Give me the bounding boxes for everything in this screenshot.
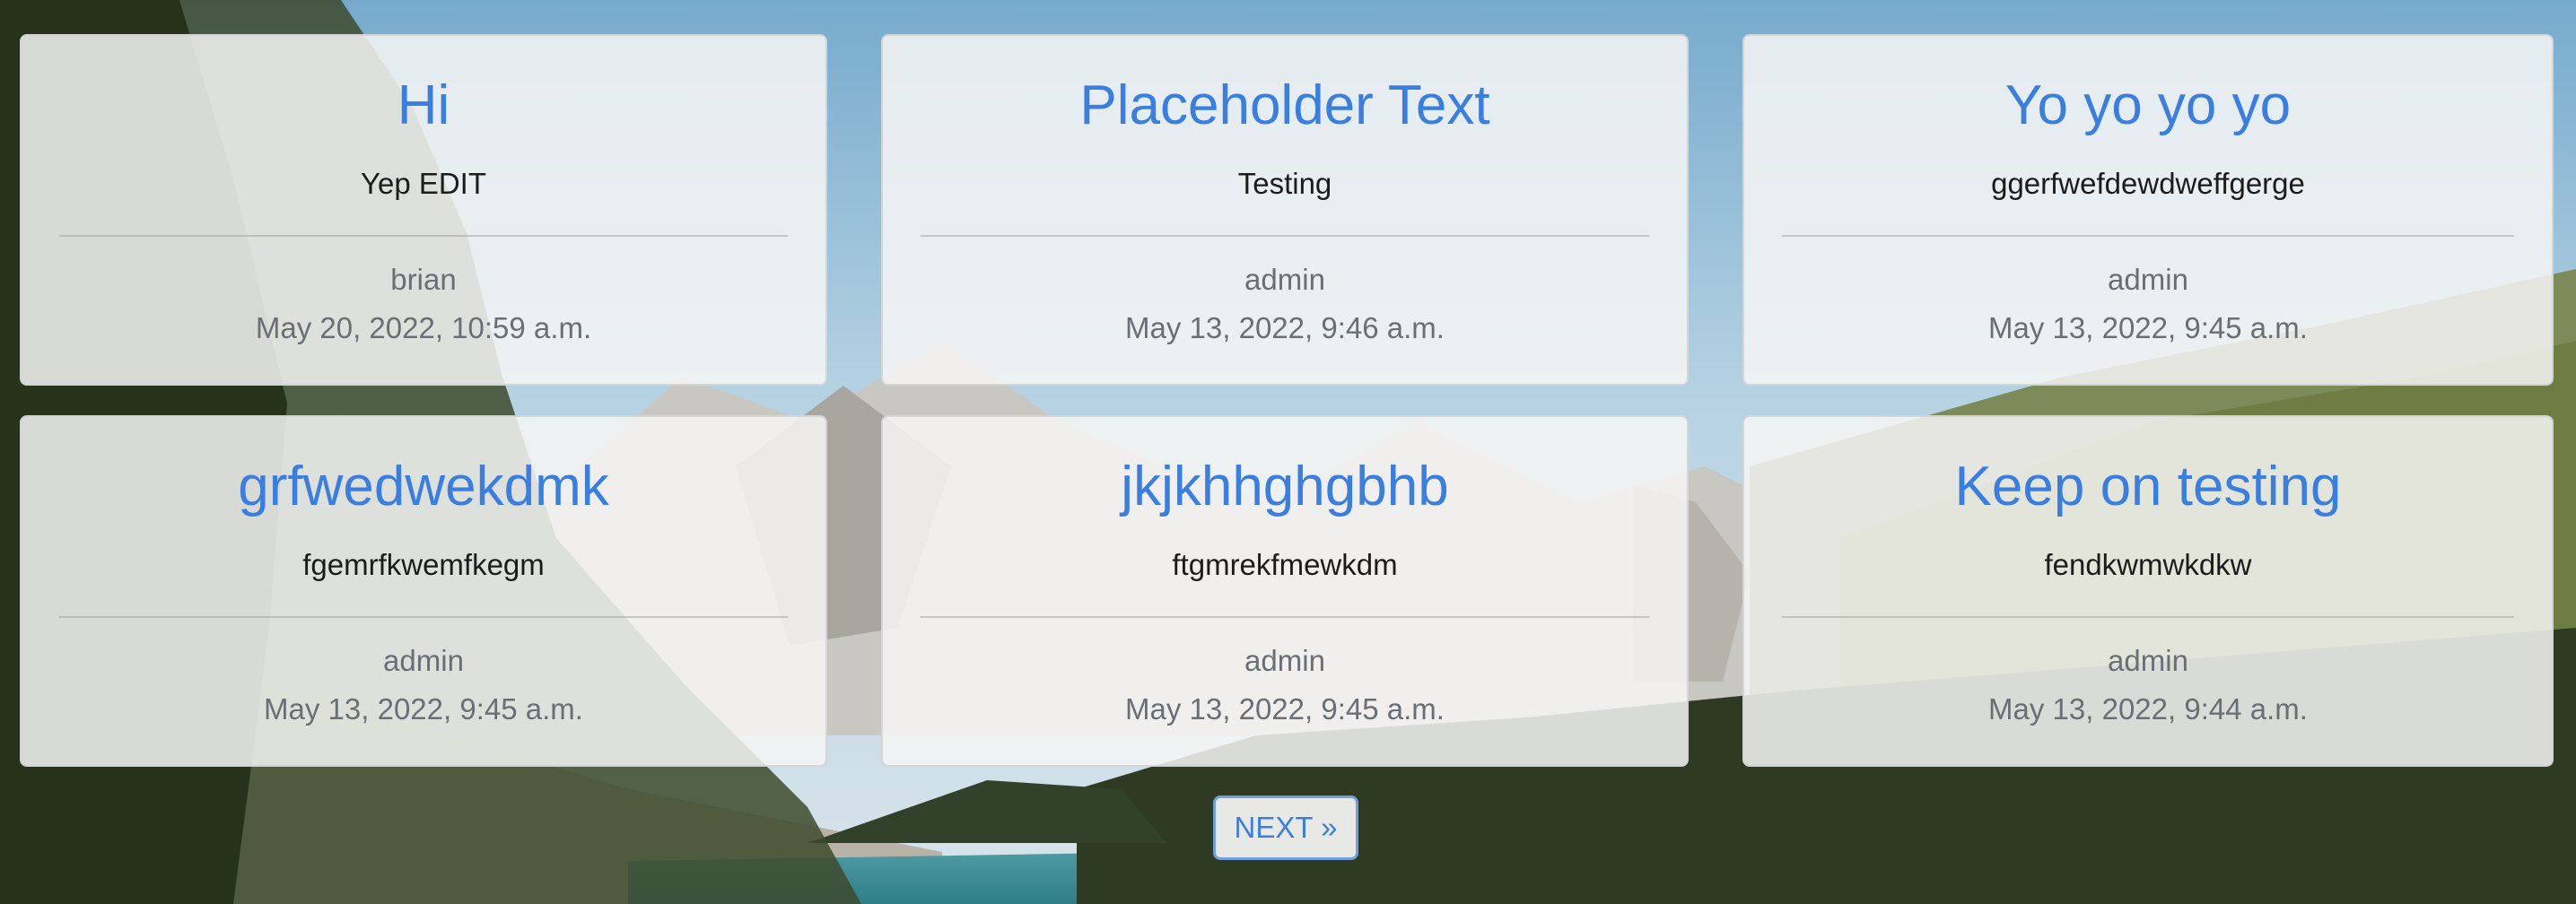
post-body: Yep EDIT	[360, 167, 487, 200]
post-date: May 13, 2022, 9:46 a.m.	[1125, 311, 1445, 344]
post-title-link[interactable]: Placeholder Text	[883, 74, 1687, 138]
post-body: ftgmrekfmewkdm	[1172, 548, 1398, 581]
post-grid: Hi Yep EDIT brian May 20, 2022, 10:59 a.…	[20, 34, 2554, 767]
post-body: fendkwmwkdkw	[2044, 548, 2252, 581]
card-divider	[921, 235, 1649, 237]
card-divider	[59, 616, 788, 618]
post-card[interactable]: grfwedwekdmk fgemrfkwemfkegm admin May 1…	[20, 415, 827, 767]
post-card[interactable]: jkjkhhghgbhb ftgmrekfmewkdm admin May 13…	[881, 415, 1689, 767]
post-date: May 13, 2022, 9:45 a.m.	[1988, 311, 2308, 344]
post-title-link[interactable]: Yo yo yo yo	[1744, 74, 2552, 138]
post-body: ggerfwefdewdweffgerge	[1991, 167, 2305, 200]
post-date: May 13, 2022, 9:45 a.m.	[1125, 692, 1445, 726]
post-card[interactable]: Keep on testing fendkwmwkdkw admin May 1…	[1742, 415, 2554, 767]
post-title-link[interactable]: Hi	[22, 74, 825, 138]
post-body: Testing	[1237, 167, 1332, 200]
post-date: May 13, 2022, 9:45 a.m.	[264, 692, 583, 726]
post-author: admin	[1244, 263, 1325, 296]
next-page-button[interactable]: NEXT »	[1213, 795, 1358, 860]
post-author: admin	[2108, 263, 2188, 296]
card-divider	[1782, 235, 2514, 237]
post-date: May 20, 2022, 10:59 a.m.	[255, 311, 592, 344]
post-author: admin	[2108, 644, 2188, 677]
card-divider	[1782, 616, 2514, 618]
post-title-link[interactable]: Keep on testing	[1744, 455, 2552, 519]
card-divider	[921, 616, 1649, 618]
post-title-link[interactable]: grfwedwekdmk	[22, 455, 825, 519]
post-author: admin	[1244, 644, 1325, 677]
post-author: brian	[390, 263, 457, 296]
post-author: admin	[383, 644, 464, 677]
card-divider	[59, 235, 788, 237]
post-title-link[interactable]: jkjkhhghgbhb	[883, 455, 1687, 519]
post-card[interactable]: Yo yo yo yo ggerfwefdewdweffgerge admin …	[1742, 34, 2554, 386]
post-card[interactable]: Placeholder Text Testing admin May 13, 2…	[881, 34, 1689, 386]
post-card[interactable]: Hi Yep EDIT brian May 20, 2022, 10:59 a.…	[20, 34, 827, 386]
post-date: May 13, 2022, 9:44 a.m.	[1988, 692, 2308, 726]
post-body: fgemrfkwemfkegm	[302, 548, 545, 581]
